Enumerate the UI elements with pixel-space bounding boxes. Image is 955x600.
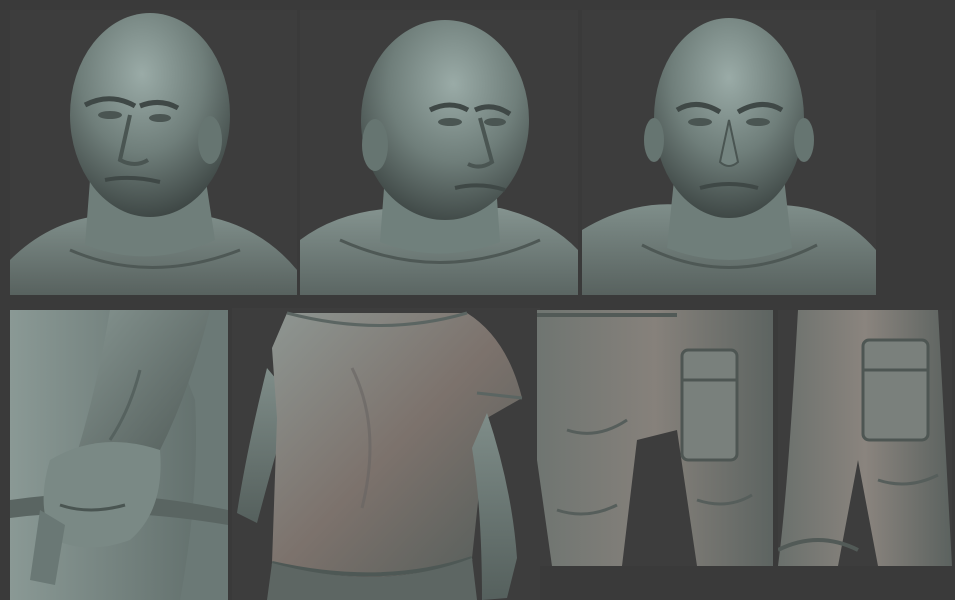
torso-panel xyxy=(232,308,540,600)
sculpt-render-sheet xyxy=(0,0,955,600)
sculpt-torso-icon xyxy=(232,308,540,600)
head-left-panel xyxy=(10,10,297,295)
pants-front-panel xyxy=(537,310,773,566)
arm-detail-panel xyxy=(10,310,228,600)
sculpt-cargo-pants-front-icon xyxy=(537,310,773,566)
head-front-panel xyxy=(582,10,876,295)
sculpt-head-front-icon xyxy=(582,10,876,295)
pants-side-panel xyxy=(778,310,952,566)
sculpt-cargo-pants-side-icon xyxy=(778,310,952,566)
sculpt-head-right-icon xyxy=(300,10,578,295)
sculpt-head-left-icon xyxy=(10,10,297,295)
head-right-panel xyxy=(300,10,578,295)
sculpt-arm-hand-icon xyxy=(10,310,228,600)
